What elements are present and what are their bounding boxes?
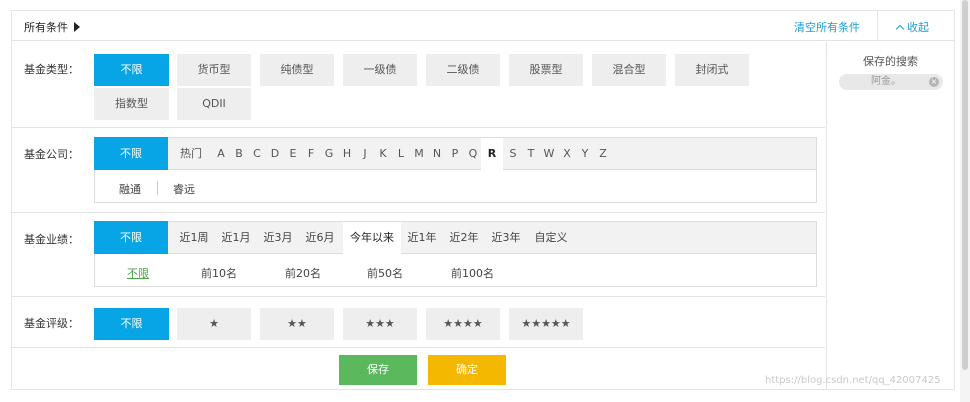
- fund-type-option[interactable]: 股票型: [509, 54, 583, 86]
- letter-option[interactable]: X: [559, 138, 575, 170]
- letter-option[interactable]: K: [375, 138, 391, 170]
- rank-option[interactable]: 前20名: [285, 265, 321, 281]
- scrollbar-thumb[interactable]: [962, 0, 968, 370]
- rating-option[interactable]: ★★★: [343, 308, 417, 340]
- rating-option[interactable]: ★★: [260, 308, 334, 340]
- letter-option[interactable]: F: [303, 138, 319, 170]
- header-divider: [877, 11, 878, 41]
- row-divider: [12, 212, 825, 213]
- collapse-label: 收起: [907, 21, 929, 34]
- row-divider: [12, 347, 825, 348]
- rating-option[interactable]: ★: [177, 308, 251, 340]
- letter-option[interactable]: W: [541, 138, 557, 170]
- letter-option[interactable]: N: [429, 138, 445, 170]
- period-option[interactable]: 近2年: [447, 222, 481, 254]
- rank-option[interactable]: 前10名: [201, 265, 237, 281]
- saved-search-title: 保存的搜索: [863, 55, 918, 68]
- company-all-option[interactable]: 不限: [94, 137, 168, 170]
- rank-option[interactable]: 前100名: [451, 265, 494, 281]
- letter-option[interactable]: E: [285, 138, 301, 170]
- letter-option[interactable]: Z: [595, 138, 611, 170]
- filter-panel: 所有条件 清空所有条件 收起 保存的搜索 阿金。 × 基金类型： 不限 货币型 …: [11, 10, 955, 390]
- letter-option[interactable]: M: [411, 138, 427, 170]
- fund-rating-label: 基金评级：: [24, 317, 79, 330]
- company-option[interactable]: 融通: [119, 181, 141, 197]
- rating-option[interactable]: 不限: [94, 308, 169, 340]
- filter-title[interactable]: 所有条件: [24, 19, 80, 35]
- fund-company-box: 不限 热门 A B C D E F G H J K L M N P Q R S …: [94, 137, 817, 203]
- filter-header: 所有条件 清空所有条件 收起: [12, 11, 954, 41]
- fund-type-option[interactable]: 二级债: [426, 54, 500, 86]
- rating-option[interactable]: ★★★★★: [509, 308, 583, 340]
- period-option[interactable]: 近1年: [405, 222, 439, 254]
- vertical-scrollbar[interactable]: [960, 0, 970, 402]
- letter-option[interactable]: B: [231, 138, 247, 170]
- period-option-selected[interactable]: 今年以来: [343, 222, 401, 254]
- period-option[interactable]: 自定义: [531, 222, 571, 254]
- fund-type-option[interactable]: 指数型: [94, 88, 169, 120]
- fund-performance-label: 基金业绩：: [24, 233, 79, 246]
- period-option[interactable]: 近3月: [261, 222, 295, 254]
- rank-option-selected[interactable]: 不限: [127, 265, 149, 281]
- fund-type-option[interactable]: 不限: [94, 54, 169, 86]
- letter-option[interactable]: J: [357, 138, 373, 170]
- letter-option[interactable]: Y: [577, 138, 593, 170]
- saved-search-chip-label: 阿金。: [871, 76, 901, 87]
- triangle-right-icon: [74, 22, 80, 32]
- chevron-up-icon: [895, 24, 905, 33]
- letter-option[interactable]: H: [339, 138, 355, 170]
- period-option[interactable]: 近1周: [177, 222, 211, 254]
- period-option[interactable]: 近6月: [303, 222, 337, 254]
- fund-type-option[interactable]: 货币型: [177, 54, 251, 86]
- letter-option[interactable]: C: [249, 138, 265, 170]
- fund-type-option[interactable]: 封闭式: [675, 54, 749, 86]
- letter-option[interactable]: Q: [465, 138, 481, 170]
- row-divider: [12, 296, 825, 297]
- saved-search-panel: 保存的搜索 阿金。 ×: [826, 42, 954, 390]
- performance-all-option[interactable]: 不限: [94, 221, 168, 254]
- fund-type-option[interactable]: 混合型: [592, 54, 666, 86]
- row-divider: [12, 127, 825, 128]
- company-option[interactable]: 睿远: [173, 181, 195, 197]
- letter-option[interactable]: G: [321, 138, 337, 170]
- letter-option[interactable]: 热门: [177, 138, 205, 170]
- fund-performance-box: 不限 近1周 近1月 近3月 近6月 今年以来 近1年 近2年 近3年 自定义 …: [94, 221, 817, 287]
- clear-all-link[interactable]: 清空所有条件: [794, 19, 860, 35]
- period-option[interactable]: 近3年: [489, 222, 523, 254]
- fund-company-label: 基金公司：: [24, 148, 79, 161]
- rank-option[interactable]: 前50名: [367, 265, 403, 281]
- saved-search-chip[interactable]: 阿金。 ×: [839, 74, 943, 90]
- collapse-link[interactable]: 收起: [895, 19, 929, 35]
- letter-option[interactable]: S: [505, 138, 521, 170]
- fund-type-option[interactable]: QDII: [177, 88, 251, 120]
- letter-option[interactable]: T: [523, 138, 539, 170]
- confirm-button[interactable]: 确定: [428, 355, 506, 385]
- letter-option[interactable]: P: [447, 138, 463, 170]
- fund-type-option[interactable]: 纯债型: [260, 54, 334, 86]
- letter-option[interactable]: L: [393, 138, 409, 170]
- fund-type-option[interactable]: 一级债: [343, 54, 417, 86]
- letter-option-selected[interactable]: R: [481, 138, 503, 170]
- period-option[interactable]: 近1月: [219, 222, 253, 254]
- company-divider: [157, 181, 158, 195]
- fund-type-label: 基金类型：: [24, 63, 79, 76]
- letter-option[interactable]: A: [213, 138, 229, 170]
- letter-option[interactable]: D: [267, 138, 283, 170]
- rating-option[interactable]: ★★★★: [426, 308, 500, 340]
- save-button[interactable]: 保存: [339, 355, 417, 385]
- watermark-text: https://blog.csdn.net/qq_42007425: [765, 375, 941, 386]
- close-icon[interactable]: ×: [929, 77, 939, 87]
- filter-title-label: 所有条件: [24, 21, 68, 34]
